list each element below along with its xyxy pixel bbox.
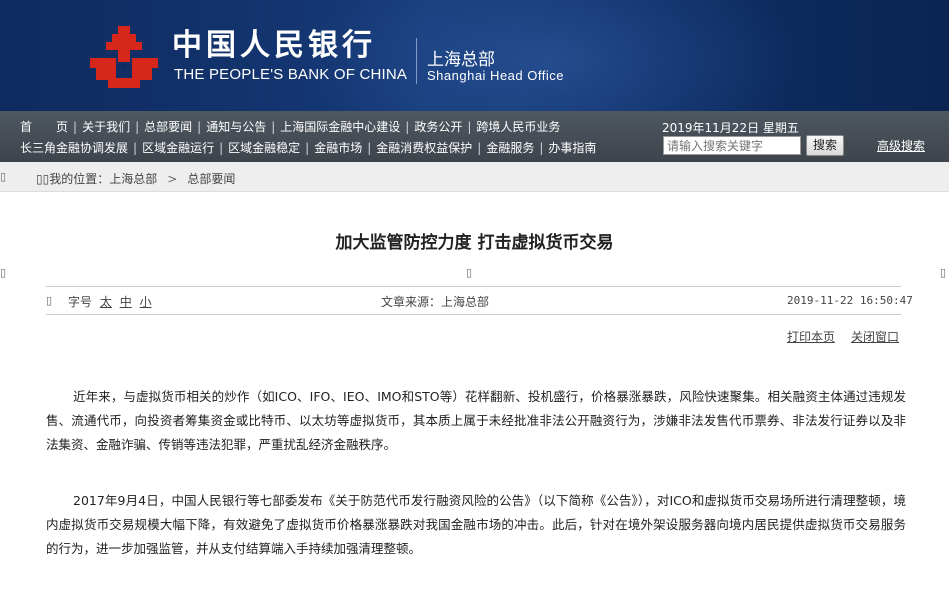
nav-regional-operation[interactable]: 区域金融运行: [142, 139, 214, 156]
article-source: 文章来源：上海总部: [381, 295, 490, 309]
meta-divider-top: [46, 286, 901, 287]
close-window-link[interactable]: 关闭窗口: [851, 330, 899, 344]
nav-sep: |: [271, 119, 276, 134]
nav-regional-stability[interactable]: 区域金融稳定: [228, 139, 300, 156]
breadcrumb: ▯▯我的位置：上海总部 > 总部要闻: [36, 170, 235, 187]
breadcrumb-bar: ▯ ▯▯我的位置：上海总部 > 总部要闻: [0, 162, 949, 192]
nav-home[interactable]: 首 页: [20, 118, 68, 135]
current-date: 2019年11月22日 星期五: [662, 121, 799, 135]
nav-sep: |: [405, 119, 410, 134]
nav-hq-news[interactable]: 总部要闻: [144, 118, 192, 135]
breadcrumb-edge-glyph: ▯: [0, 170, 7, 183]
nav-row-2: 长三角金融协调发展 | 区域金融运行 | 区域金融稳定 | 金融市场 | 金融消费权益保…: [20, 139, 596, 156]
breadcrumb-separator: >: [167, 172, 178, 186]
article-paragraph: 2017年9月4日，中国人民银行等七部委发布《关于防范代币发行融资风险的公告》（…: [46, 493, 906, 556]
bank-name-en: THE PEOPLE'S BANK OF CHINA: [174, 66, 408, 83]
header-divider: [416, 38, 417, 84]
center-glyph: ▯: [466, 266, 473, 279]
nav-sep: |: [197, 119, 202, 134]
search-input[interactable]: [663, 136, 801, 155]
breadcrumb-item-news[interactable]: 总部要闻: [187, 172, 235, 186]
breadcrumb-item-hq[interactable]: 上海总部: [109, 172, 157, 186]
print-page-link[interactable]: 打印本页: [787, 330, 835, 344]
office-name-cn: 上海总部: [427, 50, 495, 70]
nav-financial-market[interactable]: 金融市场: [314, 139, 362, 156]
article-title: 加大监管防控力度 打击虚拟货币交易: [335, 233, 614, 253]
nav-sep: |: [539, 140, 544, 155]
meta-glyph: ▯: [46, 294, 53, 307]
nav-sep: |: [367, 140, 372, 155]
nav-sep: |: [467, 119, 472, 134]
nav-financial-center[interactable]: 上海国际金融中心建设: [280, 118, 400, 135]
nav-gov-affairs[interactable]: 政务公开: [414, 118, 462, 135]
font-size-label: 字号: [68, 295, 93, 309]
nav-yangtze-delta[interactable]: 长三角金融协调发展: [20, 139, 128, 156]
article-paragraph: 近年来，与虚拟货币相关的炒作（如ICO、IFO、IEO、IMO和STO等）花样翻…: [46, 389, 906, 452]
left-edge-glyph: ▯: [0, 266, 7, 279]
nav-sep: |: [135, 119, 140, 134]
nav-notices[interactable]: 通知与公告: [206, 118, 266, 135]
bank-name-cn: 中国人民银行: [172, 28, 376, 63]
font-size-control: 字号 太 中 小: [68, 293, 152, 310]
site-header: 中国人民银行 THE PEOPLE'S BANK OF CHINA 上海总部 S…: [0, 0, 949, 111]
pboc-logo-icon[interactable]: [88, 24, 160, 90]
nav-about[interactable]: 关于我们: [82, 118, 130, 135]
font-size-large[interactable]: 太: [100, 295, 112, 309]
nav-financial-service[interactable]: 金融服务: [486, 139, 534, 156]
nav-row-1: 首 页 | 关于我们 | 总部要闻 | 通知与公告 | 上海国际金融中心建设 | 政务公开…: [20, 118, 560, 135]
nav-sep: |: [133, 140, 138, 155]
nav-cross-border-rmb[interactable]: 跨境人民币业务: [476, 118, 560, 135]
advanced-search-link[interactable]: 高级搜索: [877, 137, 925, 154]
article-actions: 打印本页 关闭窗口: [787, 328, 899, 345]
nav-consumer-protection[interactable]: 金融消费权益保护: [376, 139, 472, 156]
main-nav: 首 页 | 关于我们 | 总部要闻 | 通知与公告 | 上海国际金融中心建设 | 政务公开…: [0, 111, 949, 162]
nav-sep: |: [305, 140, 310, 155]
nav-guide[interactable]: 办事指南: [548, 139, 596, 156]
search-button[interactable]: 搜索: [806, 135, 844, 156]
office-name-en: Shanghai Head Office: [427, 68, 564, 83]
nav-sep: |: [477, 140, 482, 155]
font-size-small[interactable]: 小: [140, 295, 152, 309]
nav-sep: |: [219, 140, 224, 155]
article-datetime: 2019-11-22 16:50:47: [787, 294, 913, 307]
breadcrumb-glyph: ▯▯: [36, 172, 50, 186]
breadcrumb-prefix: 我的位置：: [49, 172, 110, 186]
nav-sep: |: [73, 119, 78, 134]
meta-divider-bottom: [46, 314, 901, 315]
font-size-medium[interactable]: 中: [120, 295, 132, 309]
right-edge-glyph: ▯: [940, 266, 947, 279]
